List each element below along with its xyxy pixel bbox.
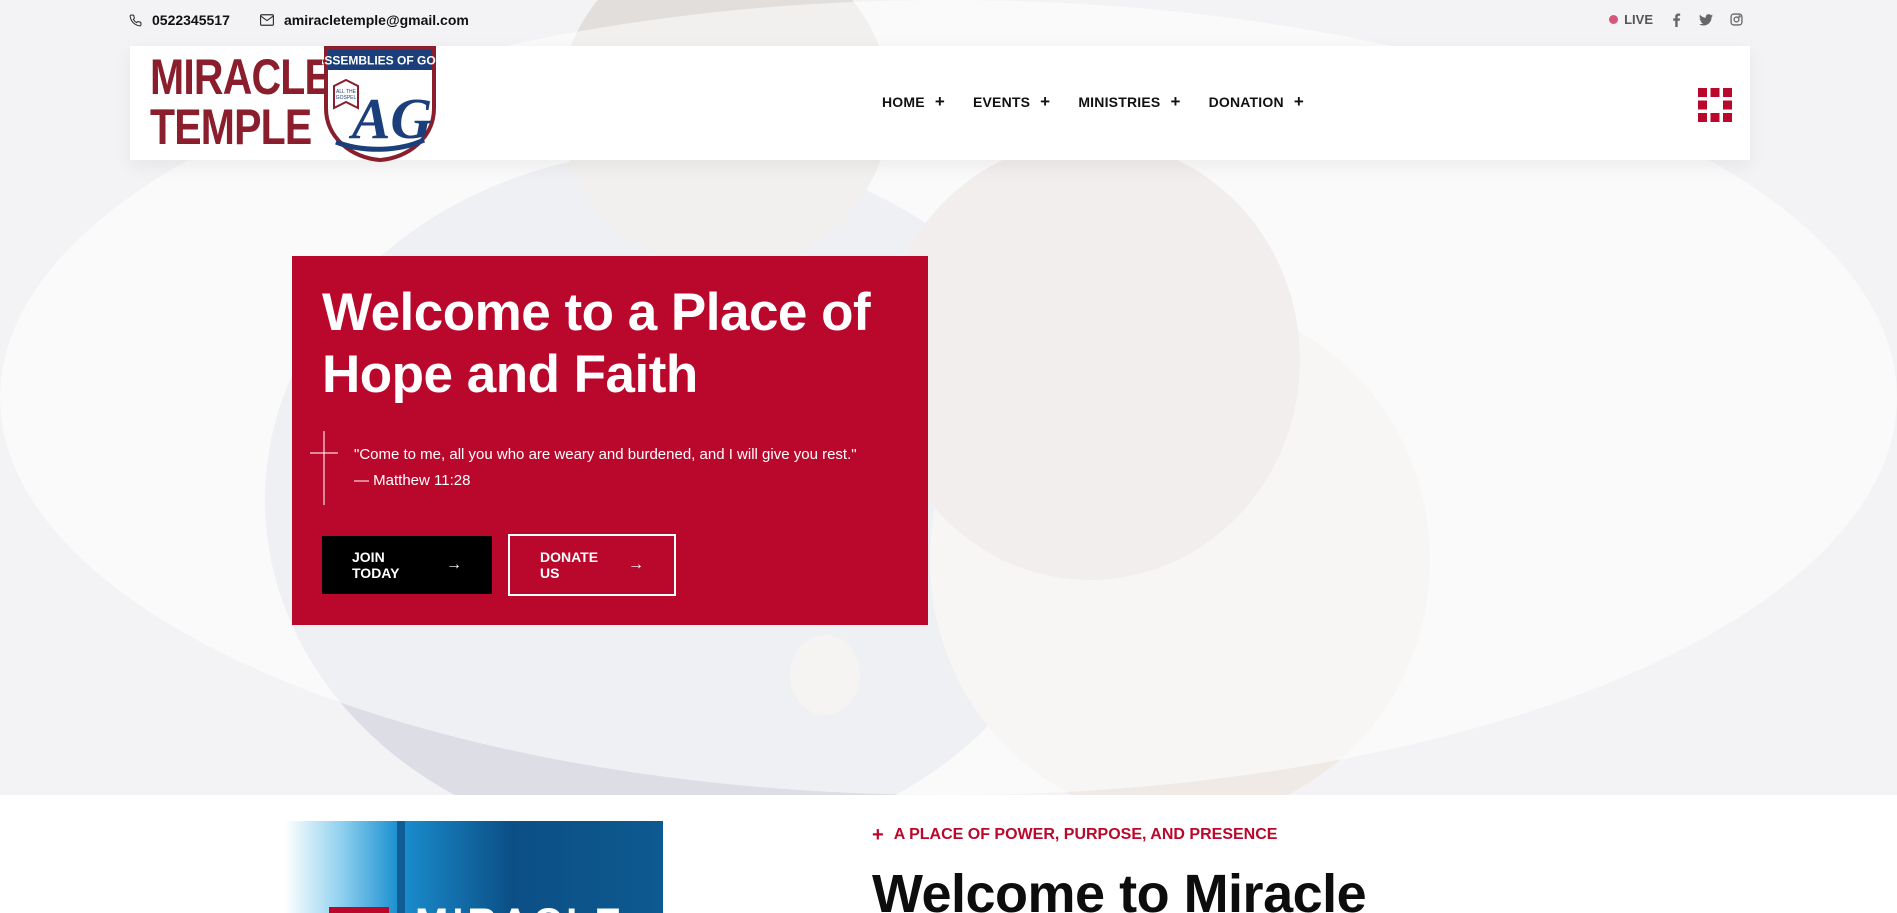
donate-us-label: DONATE US bbox=[540, 549, 599, 581]
main-navigation: HOME + EVENTS + MINISTRIES + DONATION + bbox=[882, 92, 1304, 111]
grid-menu-icon[interactable] bbox=[1698, 88, 1732, 122]
hero-bible-quote: "Come to me, all you who are weary and b… bbox=[354, 446, 857, 489]
live-dot-icon bbox=[1609, 15, 1619, 24]
donate-us-button[interactable]: DONATE US → bbox=[508, 534, 676, 596]
plus-icon: + bbox=[1170, 92, 1181, 111]
facebook-icon[interactable] bbox=[1669, 12, 1683, 27]
email-address: amiracletemple@gmail.com bbox=[284, 12, 469, 28]
plus-icon: + bbox=[872, 824, 884, 846]
nav-label: DONATION bbox=[1208, 94, 1284, 110]
church-promo-image: MIRACLE bbox=[285, 821, 663, 913]
site-logo-text[interactable]: MIRACLE TEMPLE bbox=[150, 49, 332, 155]
hero-card: Welcome to a Place of Hope and Faith "Co… bbox=[292, 256, 928, 625]
logo-line-1: MIRACLE bbox=[150, 49, 332, 105]
nav-label: EVENTS bbox=[972, 94, 1031, 110]
plus-icon: + bbox=[934, 92, 945, 111]
assemblies-of-god-logo[interactable]: ASSEMBLIES OF GOD ALL THE GOSPEL AG bbox=[322, 46, 438, 162]
site-header: MIRACLE TEMPLE ASSEMBLIES OF GOD ALL THE… bbox=[130, 46, 1750, 162]
nav-item-home[interactable]: HOME + bbox=[882, 92, 945, 111]
plus-icon: + bbox=[1293, 92, 1304, 111]
nav-label: MINISTRIES bbox=[1078, 94, 1161, 110]
tagline-text: A PLACE OF POWER, PURPOSE, AND PRESENCE bbox=[893, 826, 1278, 843]
logo-line-2: TEMPLE bbox=[150, 99, 312, 155]
join-today-label: JOIN TODAY bbox=[352, 549, 400, 581]
email-contact[interactable]: amiracletemple@gmail.com bbox=[260, 12, 469, 28]
arrow-right-icon: → bbox=[628, 556, 644, 573]
nav-item-donation[interactable]: DONATION + bbox=[1208, 92, 1304, 111]
badge-top-text: ASSEMBLIES OF GOD bbox=[322, 54, 438, 68]
section-heading: Welcome to Miracle bbox=[872, 864, 1367, 913]
plus-icon: + bbox=[1040, 92, 1051, 111]
phone-number: 0522345517 bbox=[152, 12, 230, 28]
promo-image-text: MIRACLE bbox=[415, 901, 625, 913]
nav-label: HOME bbox=[882, 94, 925, 110]
live-link[interactable]: LIVE bbox=[1609, 12, 1653, 27]
top-bar: 0522345517 amiracletemple@gmail.com LIVE bbox=[0, 0, 1897, 42]
join-today-button[interactable]: JOIN TODAY → bbox=[322, 536, 492, 594]
promo-red-bar bbox=[329, 907, 389, 913]
nav-item-events[interactable]: EVENTS + bbox=[972, 92, 1051, 111]
nav-item-ministries[interactable]: MINISTRIES + bbox=[1078, 92, 1181, 111]
twitter-icon[interactable] bbox=[1699, 13, 1713, 27]
envelope-icon bbox=[260, 13, 274, 27]
section-tagline: + A PLACE OF POWER, PURPOSE, AND PRESENC… bbox=[872, 824, 1278, 846]
phone-contact[interactable]: 0522345517 bbox=[128, 12, 230, 28]
promo-stripe bbox=[397, 821, 405, 913]
welcome-section: MIRACLE + A PLACE OF POWER, PURPOSE, AND… bbox=[0, 795, 1897, 913]
cross-icon bbox=[310, 431, 338, 505]
topbar-right: LIVE bbox=[1609, 12, 1743, 27]
arrow-right-icon: → bbox=[446, 556, 462, 573]
phone-icon bbox=[128, 13, 142, 27]
hero-title: Welcome to a Place of Hope and Faith bbox=[322, 283, 871, 404]
live-label: LIVE bbox=[1624, 12, 1653, 27]
instagram-icon[interactable] bbox=[1729, 13, 1743, 27]
